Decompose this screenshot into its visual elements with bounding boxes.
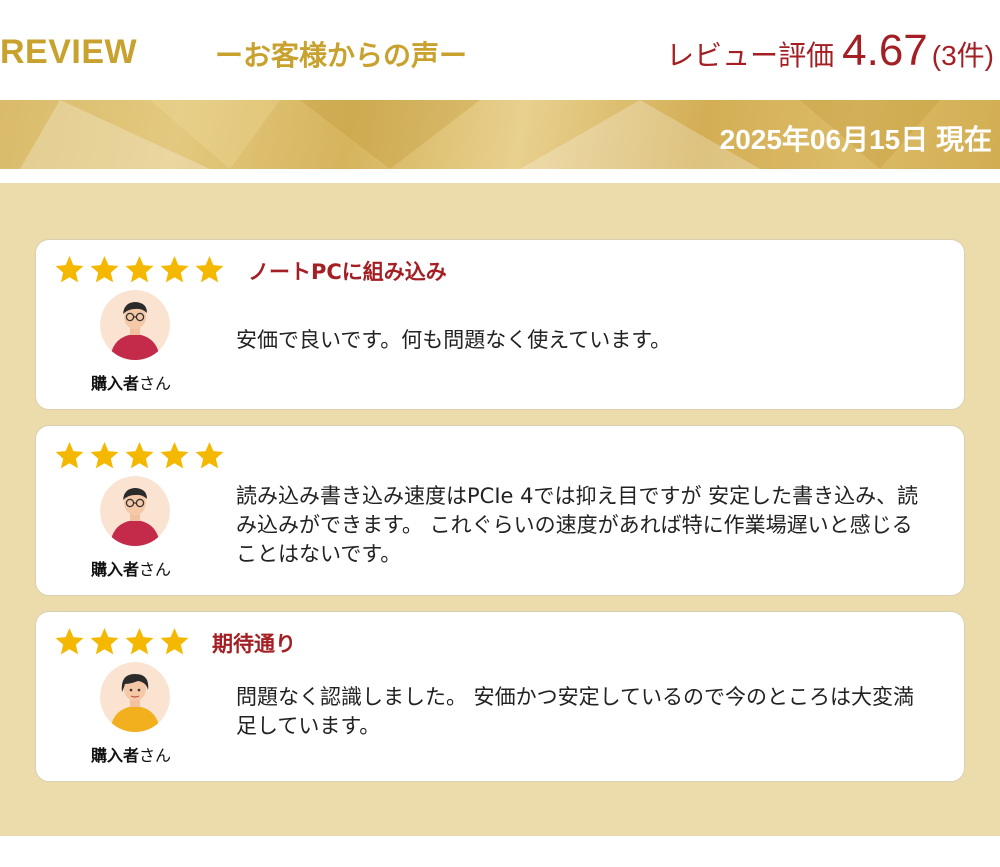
star-icon (195, 441, 224, 469)
person-red-glasses-avatar-icon (100, 290, 170, 360)
star-icon (90, 441, 119, 469)
customer-voice-heading: ーお客様からの声ー (215, 39, 468, 72)
rating-label: レビュー評価 (666, 39, 835, 72)
star-icon (90, 255, 119, 283)
reviews-panel: ノートPCに組み込み 購入者さん 安価で良いです。何も問題なく使えています。 購… (0, 183, 1000, 836)
star-icon (125, 627, 154, 655)
review-comment: 問題なく認識しました。 安価かつ安定しているので今のところは大変満足しています。 (236, 685, 915, 738)
star-icon (55, 627, 84, 655)
star-rating (54, 254, 225, 285)
person-red-glasses-avatar-icon (100, 476, 170, 546)
star-rating (54, 440, 225, 471)
star-rating (54, 626, 190, 657)
star-icon (55, 441, 84, 469)
review-card: 期待通り 購入者さん 問題なく認識しました。 安価かつ安定しているので今のところ… (35, 611, 965, 782)
star-icon (160, 441, 189, 469)
review-card: 購入者さん 読み込み書き込み速度はPCIe 4では抑え目ですが 安定した書き込み… (35, 425, 965, 596)
review-card: ノートPCに組み込み 購入者さん 安価で良いです。何も問題なく使えています。 (35, 239, 965, 410)
star-icon (195, 255, 224, 283)
buyer-label: 購入者さん (91, 560, 172, 579)
as-of-date: 2025年06月15日 現在 (719, 124, 992, 155)
review-header: REVIEW ーお客様からの声ー レビュー評価 4.67 (3件) (0, 0, 1000, 100)
review-heading: REVIEW (0, 33, 138, 71)
buyer-label: 購入者さん (91, 746, 172, 765)
review-comment: 読み込み書き込み速度はPCIe 4では抑え目ですが 安定した書き込み、読み込みが… (236, 484, 919, 566)
date-banner: 2025年06月15日 現在 (0, 100, 1000, 169)
review-title: ノートPCに組み込み (248, 260, 447, 284)
star-icon (125, 255, 154, 283)
person-yellow-avatar-icon (100, 662, 170, 732)
star-icon (90, 627, 119, 655)
star-icon (125, 441, 154, 469)
rating-count: (3件) (931, 40, 994, 71)
rating-score: 4.67 (842, 26, 928, 75)
rating-summary: レビュー評価 4.67 (3件) (666, 26, 994, 76)
buyer-label: 購入者さん (91, 374, 172, 393)
star-icon (55, 255, 84, 283)
star-icon (160, 627, 189, 655)
review-title: 期待通り (212, 632, 296, 656)
star-icon (160, 255, 189, 283)
review-comment: 安価で良いです。何も問題なく使えています。 (236, 328, 672, 352)
